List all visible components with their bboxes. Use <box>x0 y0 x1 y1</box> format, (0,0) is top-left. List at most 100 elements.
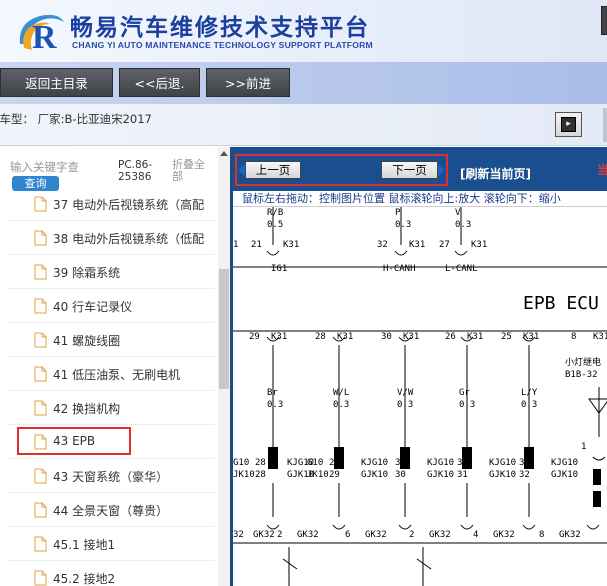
page-nav-highlight <box>235 154 448 186</box>
app-subtitle: CHANG YI AUTO MAINTENANCE TECHNOLOGY SUP… <box>72 40 373 50</box>
svg-text:R: R <box>32 19 57 54</box>
tree-item[interactable]: 39 除霜系统 <box>10 255 214 289</box>
tree-item[interactable]: 44 全景天窗（尊贵） <box>10 493 214 527</box>
collapse-all-link[interactable]: 折叠全 部 <box>172 159 205 183</box>
diagram-viewer: 上一页 下一页 [刷新当前页] 当 鼠标左右拖动：控制图片位置 鼠标滚轮向上:放… <box>233 147 607 586</box>
query-button[interactable]: 查询 <box>12 176 59 191</box>
signal-label: IG1 <box>271 264 287 274</box>
connector-label: GJK10 <box>489 470 516 480</box>
refresh-page-link[interactable]: [刷新当前页] <box>460 165 531 182</box>
sidebar-scrollbar[interactable] <box>218 147 230 586</box>
document-icon <box>34 298 47 314</box>
connector-label: K31 <box>409 240 425 250</box>
document-tree: 37 电动外后视镜系统（高配 38 电动外后视镜系统（低配 39 除霜系统 40 行车… <box>0 195 218 586</box>
wire-gauge-label: 0.5 <box>267 220 283 230</box>
wire-color-label: L/Y <box>521 388 538 398</box>
connector-label: K31 <box>467 332 483 342</box>
app-root: R 畅易汽车维修技术支持平台 CHANG YI AUTO MAINTENANCE… <box>0 0 607 586</box>
connector-label: K31 <box>283 240 299 250</box>
connector-label: G10 <box>307 458 323 468</box>
relay-label: 小灯继电 <box>565 356 601 368</box>
home-button[interactable]: 返回主目录 <box>0 68 113 97</box>
connector-label: JK10 <box>233 470 255 480</box>
pin-number: 31 <box>457 458 468 468</box>
pin-number: 28 <box>255 458 266 468</box>
tree-item[interactable]: 45.1 接地1 <box>10 527 214 561</box>
pin-number: 8 <box>571 332 576 342</box>
wire-gauge-label: 0.3 <box>455 220 471 230</box>
nav-overflow-button[interactable] <box>601 6 607 35</box>
connector-label: GK32 <box>253 530 275 540</box>
pin-number: 6 <box>345 530 350 540</box>
forward-button[interactable]: >>前进 <box>206 68 290 97</box>
connector-label: GJK10 <box>427 470 454 480</box>
info-bar-edge <box>603 108 607 142</box>
tree-item[interactable]: 42 换挡机构 <box>10 391 214 425</box>
tree-item[interactable]: 37 电动外后视镜系统（高配 <box>10 195 214 221</box>
pin-number: 29 <box>329 458 340 468</box>
connector-label: K31 <box>337 332 353 342</box>
connector-label: K31 <box>271 332 287 342</box>
pin-number: 2 <box>409 530 414 540</box>
tree-item-label: 41 低压油泵、无刷电机 <box>53 368 181 382</box>
tree-item[interactable]: 45.2 接地2 <box>10 561 214 586</box>
document-icon <box>34 366 47 382</box>
pin-number: 28 <box>315 332 326 342</box>
current-page-label: 当 <box>597 163 607 177</box>
connector-label: GK32 <box>429 530 451 540</box>
pin-number: 30 <box>395 458 406 468</box>
tree-item[interactable]: 43 天窗系统（豪华） <box>10 459 214 493</box>
connector-label: GJK10 <box>361 470 388 480</box>
panel-toggle-icon: ▸ <box>561 117 576 132</box>
document-icon <box>34 400 47 416</box>
connector-label: KJG10 <box>361 458 388 468</box>
wire-color-label: W/L <box>333 388 349 398</box>
panel-toggle-button[interactable]: ▸ <box>555 112 582 137</box>
pin-number: 8 <box>539 530 544 540</box>
connector-label: K31 <box>593 332 607 342</box>
search-input[interactable] <box>10 157 114 177</box>
signal-label: H-CANH <box>383 264 416 274</box>
wire-gauge-label: 0.3 <box>459 400 475 410</box>
tree-item[interactable]: 41 螺旋线圈 <box>10 323 214 357</box>
scroll-thumb[interactable] <box>219 269 229 389</box>
tree-item[interactable]: 40 行车记录仪 <box>10 289 214 323</box>
connector-label: GK32 <box>365 530 387 540</box>
scroll-up-arrow-icon[interactable] <box>220 151 228 156</box>
document-icon <box>34 502 47 518</box>
wire-color-label: Br <box>267 388 278 398</box>
document-icon <box>34 230 47 246</box>
relay-label: B1B-32 <box>565 370 598 380</box>
wire-gauge-label: 0.3 <box>397 400 413 410</box>
pc-code-line-2: 25386 <box>118 171 152 183</box>
pin-number: 1 <box>233 240 238 250</box>
pin-number: 26 <box>445 332 456 342</box>
wire-color-label: Gr <box>459 388 470 398</box>
wire-gauge-label: 0.3 <box>267 400 283 410</box>
pin-number: 30 <box>381 332 392 342</box>
nav-bar: 返回主目录 <<后退. >>前进 <box>0 62 607 104</box>
pin-number: 31 <box>457 470 468 480</box>
connector-label: K31 <box>523 332 539 342</box>
wiring-diagram[interactable]: R/B 0.5 P 0.3 V 0.3 21 K31 IG1 32 K31 H-CANH 27 K31 L-… <box>233 207 607 586</box>
wire-color-label: V <box>455 208 461 218</box>
connector-label: K31 <box>471 240 487 250</box>
pin-number: 2 <box>277 530 282 540</box>
tree-item[interactable]: 38 电动外后视镜系统（低配 <box>10 221 214 255</box>
tree-item[interactable]: 41 低压油泵、无刷电机 <box>10 357 214 391</box>
pin-number: 1 <box>581 442 586 452</box>
wire-color-label: P <box>395 208 401 218</box>
pin-number: 28 <box>255 470 266 480</box>
pc-code: PC.86- 25386 <box>118 159 152 183</box>
pin-number: 21 <box>251 240 262 250</box>
vehicle-model-text: 前车型： 厂家:B-比亚迪宋2017 <box>0 112 152 126</box>
connector-label: KJG10 <box>427 458 454 468</box>
tree-item-label: 38 电动外后视镜系统（低配 <box>53 232 205 246</box>
connector-label: JK10 <box>307 470 329 480</box>
tree-item-label: 39 除霜系统 <box>53 266 121 280</box>
back-button[interactable]: <<后退. <box>119 68 200 97</box>
pin-number: 4 <box>473 530 478 540</box>
left-sidebar: 查询 PC.86- 25386 折叠全 部 37 电动外后视镜系统（高配 38 电… <box>0 147 230 586</box>
tree-item-label: 45.1 接地1 <box>53 538 116 552</box>
pin-number: 32 <box>233 530 244 540</box>
